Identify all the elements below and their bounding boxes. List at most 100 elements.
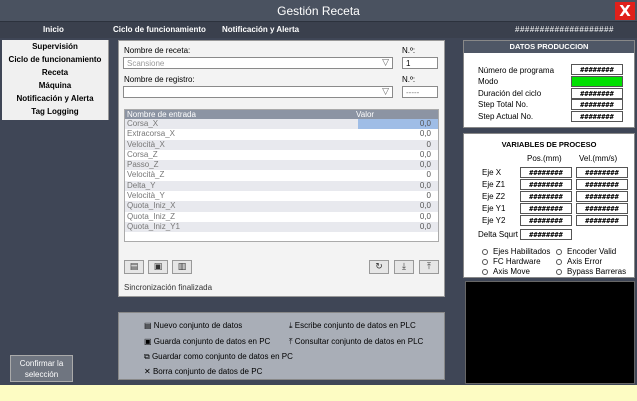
confirm-label-line2: selección bbox=[24, 370, 59, 379]
confirm-label-line1: Confirmar la bbox=[19, 359, 64, 368]
table-row[interactable]: Extracorsa_X 0,0 bbox=[125, 129, 438, 140]
radio-indicator-icon bbox=[482, 248, 488, 255]
entry-value[interactable]: 0,0 bbox=[420, 160, 431, 170]
refresh-icon: ↻ bbox=[375, 262, 383, 272]
record-name-select[interactable]: ▽ bbox=[123, 86, 393, 98]
chevron-down-icon: ▽ bbox=[382, 58, 389, 68]
recipe-no-field[interactable]: 1 bbox=[402, 57, 438, 69]
entry-value[interactable]: 0,0 bbox=[420, 181, 431, 191]
save-dataset-button[interactable]: ▣ bbox=[148, 260, 168, 274]
pos-y2: ######## bbox=[520, 215, 572, 226]
status-label: Ejes Habilitados bbox=[493, 247, 551, 256]
legend-save-as: ⧉ Guardar como conjunto de datos en PC bbox=[144, 352, 293, 362]
prod-label-program: Número de programa bbox=[478, 66, 555, 75]
entry-name: Velocità_X bbox=[127, 139, 165, 149]
table-row[interactable]: Quota_Iniz_Z 0,0 bbox=[125, 211, 438, 222]
table-row[interactable]: Corsa_Z 0,0 bbox=[125, 149, 438, 161]
read-plc-button[interactable]: ⤒ bbox=[419, 260, 439, 274]
status-encoder-valid: Encoder Valid bbox=[556, 247, 616, 256]
col-header-name: Nombre de entrada bbox=[127, 110, 196, 119]
pos-y1: ######## bbox=[520, 203, 572, 214]
prod-value-cycle: ######## bbox=[571, 88, 623, 99]
prod-value-program: ######## bbox=[571, 64, 623, 75]
production-title: DATOS PRODUCCION bbox=[464, 41, 634, 53]
status-axis-error: Axis Error bbox=[556, 257, 602, 266]
menu-item-ciclo[interactable]: Ciclo de funcionamiento bbox=[113, 25, 206, 34]
new-document-icon: ▤ bbox=[144, 321, 154, 330]
entry-value[interactable]: 0 bbox=[427, 191, 431, 201]
delta-label: Delta Squrt bbox=[478, 230, 519, 239]
upload-plc-icon: ⤒ bbox=[427, 262, 431, 272]
sidebar-item-receta[interactable]: Receta bbox=[2, 66, 108, 79]
status-label: FC Hardware bbox=[493, 257, 541, 266]
status-bypass: Bypass Barreras bbox=[556, 267, 626, 276]
write-plc-button[interactable]: ⤓ bbox=[394, 260, 414, 274]
vel-y2: ######## bbox=[576, 215, 628, 226]
axis-label-z2: Eje Z2 bbox=[482, 192, 506, 201]
legend-read-plc: ⤒ Consultar conjunto de datos en PLC bbox=[289, 337, 423, 347]
entry-table: Nombre de entrada Valor Corsa_X 0,0 Extra… bbox=[124, 109, 439, 242]
entry-name: Corsa_Z bbox=[127, 149, 158, 159]
save-icon: ▣ bbox=[153, 262, 163, 272]
close-button[interactable]: X bbox=[615, 2, 635, 20]
entry-value[interactable]: 0,0 bbox=[358, 119, 438, 129]
sidebar-item-tag-logging[interactable]: Tag Logging bbox=[2, 105, 108, 118]
sidebar-item-maquina[interactable]: Máquina bbox=[2, 79, 108, 92]
recipe-name-select[interactable]: Scansione ▽ bbox=[123, 57, 393, 69]
table-row[interactable]: Velocità_X 0 bbox=[125, 139, 438, 150]
delete-dataset-button[interactable]: ▥ bbox=[172, 260, 192, 274]
new-dataset-button[interactable]: ▤ bbox=[124, 260, 144, 274]
legend-save-text: Guarda conjunto de datos en PC bbox=[153, 337, 271, 346]
table-row[interactable]: Velocità_Z 0 bbox=[125, 170, 438, 181]
table-row[interactable]: Delta_Y 0,0 bbox=[125, 180, 438, 192]
close-icon: ✕ bbox=[144, 367, 153, 376]
sync-button[interactable]: ↻ bbox=[369, 260, 389, 274]
sidebar-item-ciclo[interactable]: Ciclo de funcionamiento bbox=[2, 53, 108, 66]
table-row[interactable]: Passo_Z 0,0 bbox=[125, 160, 438, 171]
vel-z1: ######## bbox=[576, 179, 628, 190]
axis-label-z1: Eje Z1 bbox=[482, 180, 506, 189]
entry-value[interactable]: 0 bbox=[427, 170, 431, 180]
table-header: Nombre de entrada Valor bbox=[125, 110, 438, 119]
confirm-selection-button[interactable]: Confirmar la selección bbox=[10, 355, 73, 382]
entry-value[interactable]: 0,0 bbox=[420, 212, 431, 222]
entry-value[interactable]: 0,0 bbox=[420, 150, 431, 160]
recipe-name-value: Scansione bbox=[127, 59, 165, 68]
entry-value[interactable]: 0,0 bbox=[420, 129, 431, 139]
entry-name: Quota_Iniz_Z bbox=[127, 211, 176, 221]
status-label: Axis Move bbox=[493, 267, 530, 276]
menu-item-notificacion[interactable]: Notificación y Alerta bbox=[222, 25, 299, 34]
menu-item-inicio[interactable]: Inicio bbox=[43, 25, 64, 34]
radio-indicator-icon bbox=[556, 248, 562, 255]
table-row[interactable]: Corsa_X 0,0 bbox=[125, 119, 438, 130]
table-body: Corsa_X 0,0 Extracorsa_X 0,0 Velocità_X 0 C… bbox=[125, 119, 438, 233]
vel-y1: ######## bbox=[576, 203, 628, 214]
entry-name: Quota_Iniz_X bbox=[127, 201, 176, 211]
status-fc-hardware: FC Hardware bbox=[482, 257, 541, 266]
legend-write-plc-text: Escribe conjunto de datos en PLC bbox=[294, 321, 416, 330]
table-row[interactable]: Velocità_Y 0 bbox=[125, 191, 438, 202]
prod-label-cycle: Duración del ciclo bbox=[478, 89, 542, 98]
entry-value[interactable]: 0,0 bbox=[420, 201, 431, 211]
status-axes-enabled: Ejes Habilitados bbox=[482, 247, 550, 256]
download-plc-icon: ⤓ bbox=[402, 262, 406, 272]
entry-value[interactable]: 0,0 bbox=[420, 222, 431, 232]
sidebar-item-notificacion[interactable]: Notificación y Alerta bbox=[2, 92, 108, 105]
radio-indicator-icon bbox=[482, 258, 488, 265]
pos-z2: ######## bbox=[520, 191, 572, 202]
table-row[interactable]: Quota_Iniz_X 0,0 bbox=[125, 201, 438, 212]
status-axis-move: Axis Move bbox=[482, 267, 530, 276]
chevron-down-icon: ▽ bbox=[382, 87, 389, 97]
new-document-icon: ▤ bbox=[129, 262, 139, 272]
status-label: Encoder Valid bbox=[567, 247, 617, 256]
sidebar-item-supervision[interactable]: Supervisión bbox=[2, 40, 108, 53]
axis-label-y2: Eje Y2 bbox=[482, 216, 506, 225]
radio-indicator-icon bbox=[556, 268, 562, 275]
production-panel: DATOS PRODUCCION Número de programa Modo… bbox=[463, 40, 635, 128]
process-panel: VARIABLES DE PROCESO Pos.(mm) Vel.(mm/s)… bbox=[463, 133, 635, 278]
record-no-field[interactable]: ----- bbox=[402, 86, 438, 98]
legend-write-plc: ⤓ Escribe conjunto de datos en PLC bbox=[289, 321, 416, 331]
legend-new: ▤ Nuevo conjunto de datos bbox=[144, 321, 242, 330]
entry-value[interactable]: 0 bbox=[427, 140, 431, 150]
table-row[interactable]: Quota_Iniz_Y1 0,0 bbox=[125, 221, 438, 233]
